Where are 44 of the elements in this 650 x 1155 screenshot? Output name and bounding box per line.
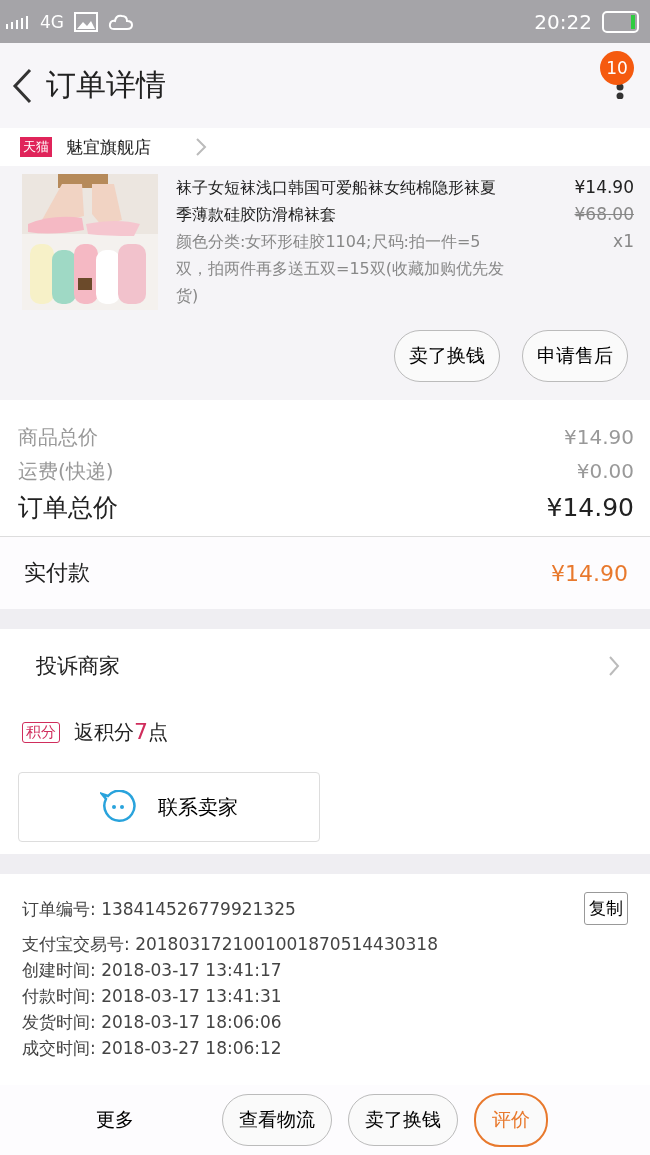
- product-title[interactable]: 袜子女短袜浅口韩国可爱船袜女纯棉隐形袜夏季薄款硅胶防滑棉袜套: [176, 174, 506, 228]
- store-row[interactable]: 天猫 魅宜旗舰店: [0, 128, 650, 166]
- action-button[interactable]: 卖了换钱: [348, 1094, 458, 1146]
- original-price: ¥68.00: [573, 203, 634, 226]
- copy-button[interactable]: 复制: [584, 892, 628, 925]
- action-button[interactable]: 查看物流: [222, 1094, 332, 1146]
- order-info-line: 支付宝交易号: 2018031721001001870514430318: [22, 933, 439, 956]
- price-value: ¥14.90: [546, 492, 634, 524]
- action-button[interactable]: 卖了换钱: [394, 330, 500, 382]
- chevron-icon: [195, 137, 207, 157]
- image-icon: [74, 11, 98, 32]
- price-label: 订单总价: [18, 492, 118, 524]
- order-number: 订单编号: 138414526779921325: [22, 897, 296, 921]
- price-value: ¥0.00: [576, 458, 634, 485]
- order-info-line: 付款时间: 2018-03-17 13:41:31: [22, 985, 283, 1008]
- price-label: 商品总价: [18, 424, 98, 451]
- signal-icon: [6, 14, 30, 29]
- store-badge: 天猫: [20, 137, 52, 157]
- order-info-line: 成交时间: 2018-03-27 18:06:12: [22, 1037, 283, 1060]
- order-info-line: 发货时间: 2018-03-17 18:06:06: [22, 1011, 283, 1034]
- network-label: 4G: [40, 11, 64, 32]
- paid-label: 实付款: [24, 559, 90, 587]
- complaint-label: 投诉商家: [36, 653, 120, 680]
- paid-amount: ¥14.90: [551, 560, 628, 586]
- product-specs: 颜色分类:女环形硅胶1104;尺码:拍一件=5双，拍两件再多送五双=15双(收藏加购优先发货): [176, 231, 505, 307]
- price-label: 运费(快递): [18, 458, 114, 485]
- cloud-icon: [108, 12, 134, 31]
- product-price: ¥14.90: [573, 176, 634, 199]
- price-value: ¥14.90: [564, 424, 634, 451]
- back-button[interactable]: [12, 67, 32, 104]
- points-badge: 积分: [22, 722, 60, 743]
- more-button[interactable]: 更多: [80, 1107, 150, 1133]
- notification-badge: 10: [600, 51, 634, 85]
- chat-face-icon: [100, 790, 136, 824]
- points-text: 返积分7点: [74, 719, 168, 746]
- store-name: 魅宜旗舰店: [66, 136, 151, 158]
- clock-time: 20:22: [534, 9, 592, 34]
- battery-icon: [602, 10, 640, 33]
- action-button[interactable]: 申请售后: [522, 330, 628, 382]
- chevron-icon: [608, 655, 620, 677]
- product-quantity: x1: [612, 230, 634, 253]
- contact-seller-button[interactable]: 联系卖家: [18, 772, 320, 842]
- complaint-row[interactable]: 投诉商家: [0, 629, 650, 703]
- order-info-line: 创建时间: 2018-03-17 13:41:17: [22, 959, 283, 982]
